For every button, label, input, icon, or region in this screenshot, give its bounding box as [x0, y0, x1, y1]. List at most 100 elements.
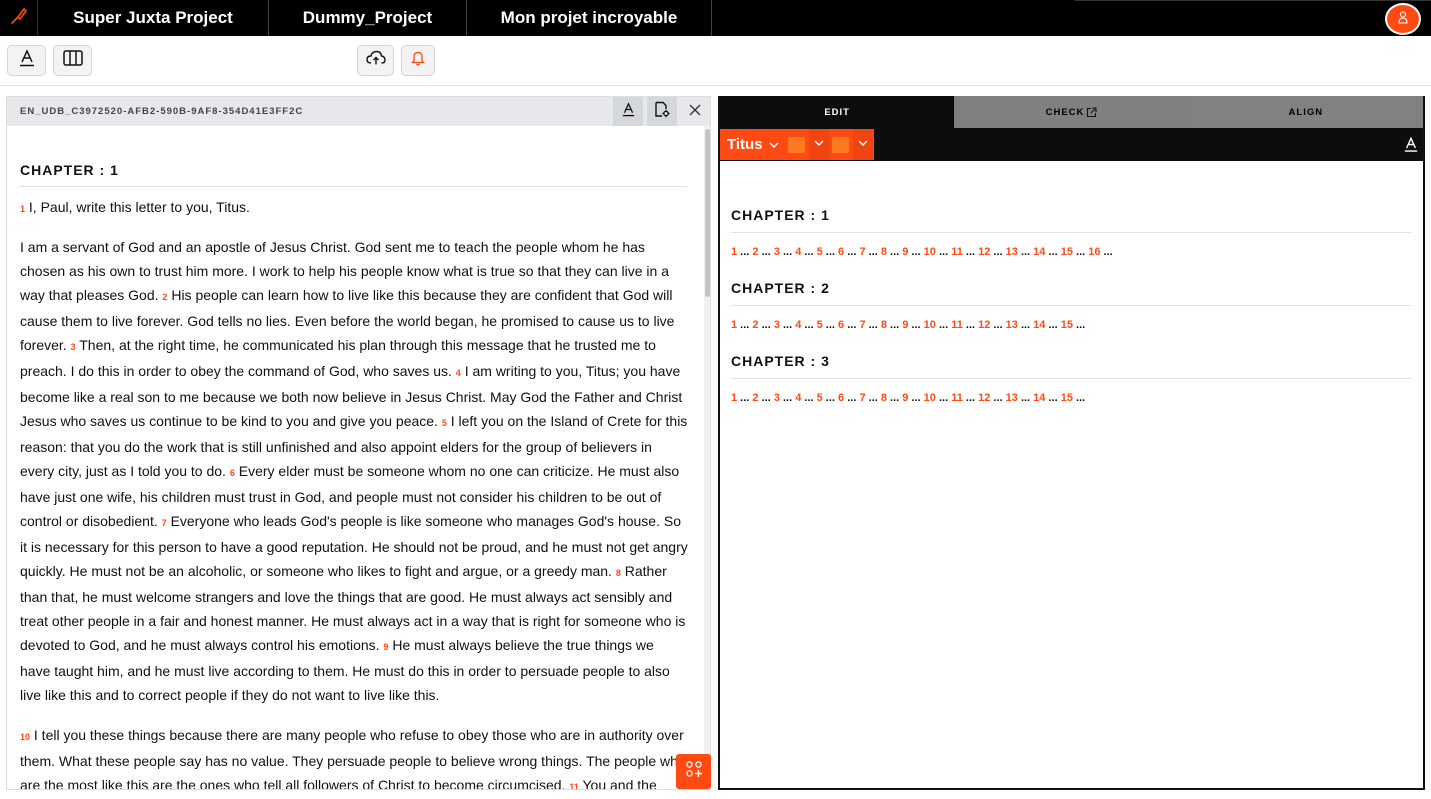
verse-placeholder[interactable]: ... — [866, 392, 881, 404]
chapter-dropdown[interactable] — [809, 129, 829, 160]
project-tab-super-juxta[interactable]: Super Juxta Project — [38, 0, 269, 36]
verse-number-link[interactable]: 12 — [978, 246, 990, 258]
verse-placeholder[interactable]: ... — [1073, 392, 1085, 404]
verse-placeholder[interactable]: ... — [823, 319, 838, 331]
scrollbar-thumb[interactable] — [705, 129, 710, 297]
verse-placeholder[interactable]: ... — [780, 319, 795, 331]
verse-placeholder[interactable]: ... — [936, 246, 951, 258]
verse-placeholder[interactable]: ... — [759, 246, 774, 258]
verse-number: 6 — [229, 468, 235, 478]
editor-body: CHAPTER : 1 1 ... 2 ... 3 ... 4 ... 5 ...… — [720, 161, 1423, 404]
verse-placeholder[interactable]: ... — [737, 246, 752, 258]
verse-placeholder[interactable]: ... — [801, 392, 816, 404]
tab-edit[interactable]: EDIT — [720, 96, 955, 128]
panel-font-button[interactable] — [613, 97, 643, 126]
verse-number-link[interactable]: 13 — [1006, 319, 1018, 331]
tab-check[interactable]: CHECK — [954, 96, 1189, 128]
user-avatar[interactable] — [1385, 3, 1421, 35]
verse-placeholder[interactable]: ... — [887, 392, 902, 404]
file-settings-icon — [654, 101, 670, 123]
verse-placeholder[interactable]: ... — [866, 319, 881, 331]
verse-placeholder[interactable]: ... — [844, 392, 859, 404]
add-panel-button[interactable] — [676, 754, 711, 789]
resource-settings-button[interactable] — [647, 97, 677, 126]
cloud-upload-icon — [365, 50, 386, 71]
verse-number-link[interactable]: 11 — [951, 246, 963, 258]
book-selector[interactable]: Titus — [720, 129, 874, 160]
verse-placeholder[interactable]: ... — [1045, 392, 1060, 404]
verse-number-link[interactable]: 15 — [1061, 246, 1073, 258]
verse-number-link[interactable]: 15 — [1061, 319, 1073, 331]
verse-placeholder[interactable]: ... — [990, 246, 1005, 258]
verse-placeholder[interactable]: ... — [1100, 246, 1113, 258]
verse-number-link[interactable]: 14 — [1033, 319, 1045, 331]
verse-placeholder[interactable]: ... — [866, 246, 881, 258]
verse-placeholder[interactable]: ... — [963, 392, 978, 404]
editor-font-button[interactable] — [1404, 136, 1418, 158]
verse-placeholder[interactable]: ... — [990, 319, 1005, 331]
verse-placeholder[interactable]: ... — [780, 392, 795, 404]
layout-columns-button[interactable] — [53, 45, 92, 76]
verse-placeholder[interactable]: ... — [823, 392, 838, 404]
verse-number: 9 — [383, 642, 389, 652]
verse-placeholder[interactable]: ... — [737, 319, 752, 331]
verse-placeholder[interactable]: ... — [887, 319, 902, 331]
verse-placeholder[interactable]: ... — [887, 246, 902, 258]
chevron-down-icon — [857, 136, 869, 154]
verse-dropdown[interactable] — [853, 129, 873, 160]
verse-placeholder[interactable]: ... — [936, 392, 951, 404]
verse-number: 3 — [70, 342, 76, 352]
verse-number-link[interactable]: 13 — [1006, 392, 1018, 404]
verse-select-swatch[interactable] — [832, 137, 849, 153]
verse-placeholder[interactable]: ... — [1018, 392, 1033, 404]
verse-placeholder[interactable]: ... — [963, 319, 978, 331]
verse-placeholder[interactable]: ... — [823, 246, 838, 258]
user-icon — [1396, 10, 1410, 29]
verse-number-link[interactable]: 13 — [1006, 246, 1018, 258]
app-logo[interactable] — [0, 0, 38, 36]
verse-number-link[interactable]: 11 — [951, 392, 963, 404]
verse-placeholder[interactable]: ... — [908, 246, 923, 258]
verse-number-link[interactable]: 16 — [1088, 246, 1100, 258]
verse-number-link[interactable]: 14 — [1033, 392, 1045, 404]
verse-placeholder[interactable]: ... — [1073, 319, 1085, 331]
verse-number: 8 — [615, 568, 621, 578]
verse-number-link[interactable]: 10 — [924, 392, 936, 404]
verse-placeholder[interactable]: ... — [780, 246, 795, 258]
project-tab-mon-projet[interactable]: Mon projet incroyable — [467, 0, 712, 36]
verse-placeholder[interactable]: ... — [908, 319, 923, 331]
verse-placeholder[interactable]: ... — [963, 246, 978, 258]
sync-upload-button[interactable] — [357, 45, 394, 76]
verse-number-link[interactable]: 10 — [924, 246, 936, 258]
verse-placeholder[interactable]: ... — [1045, 319, 1060, 331]
verse-placeholder[interactable]: ... — [759, 392, 774, 404]
verse-placeholder[interactable]: ... — [844, 246, 859, 258]
verse-number-link[interactable]: 14 — [1033, 246, 1045, 258]
verse-placeholder[interactable]: ... — [844, 319, 859, 331]
tab-align[interactable]: ALIGN — [1188, 96, 1423, 128]
font-settings-button[interactable] — [7, 45, 46, 76]
chapter-select-swatch[interactable] — [788, 137, 805, 153]
project-tab-dummy[interactable]: Dummy_Project — [269, 0, 467, 36]
verse-number-link[interactable]: 15 — [1061, 392, 1073, 404]
verse-placeholder[interactable]: ... — [990, 392, 1005, 404]
chapter-title: CHAPTER : 1 — [20, 162, 687, 187]
verse-placeholder[interactable]: ... — [1018, 246, 1033, 258]
verse-placeholder[interactable]: ... — [737, 392, 752, 404]
verse-number-link[interactable]: 12 — [978, 319, 990, 331]
reference-scrollbar[interactable] — [704, 126, 710, 789]
verse-number: 1 — [20, 204, 26, 214]
verse-placeholder[interactable]: ... — [801, 319, 816, 331]
verse-placeholder[interactable]: ... — [1073, 246, 1088, 258]
verse-number-link[interactable]: 12 — [978, 392, 990, 404]
verse-placeholder[interactable]: ... — [801, 246, 816, 258]
verse-placeholder[interactable]: ... — [908, 392, 923, 404]
verse-placeholder[interactable]: ... — [936, 319, 951, 331]
notifications-button[interactable] — [401, 45, 435, 76]
verse-number-link[interactable]: 11 — [951, 319, 963, 331]
verse-number-link[interactable]: 10 — [924, 319, 936, 331]
close-panel-button[interactable] — [680, 97, 710, 126]
verse-placeholder[interactable]: ... — [1045, 246, 1060, 258]
verse-placeholder[interactable]: ... — [1018, 319, 1033, 331]
verse-placeholder[interactable]: ... — [759, 319, 774, 331]
